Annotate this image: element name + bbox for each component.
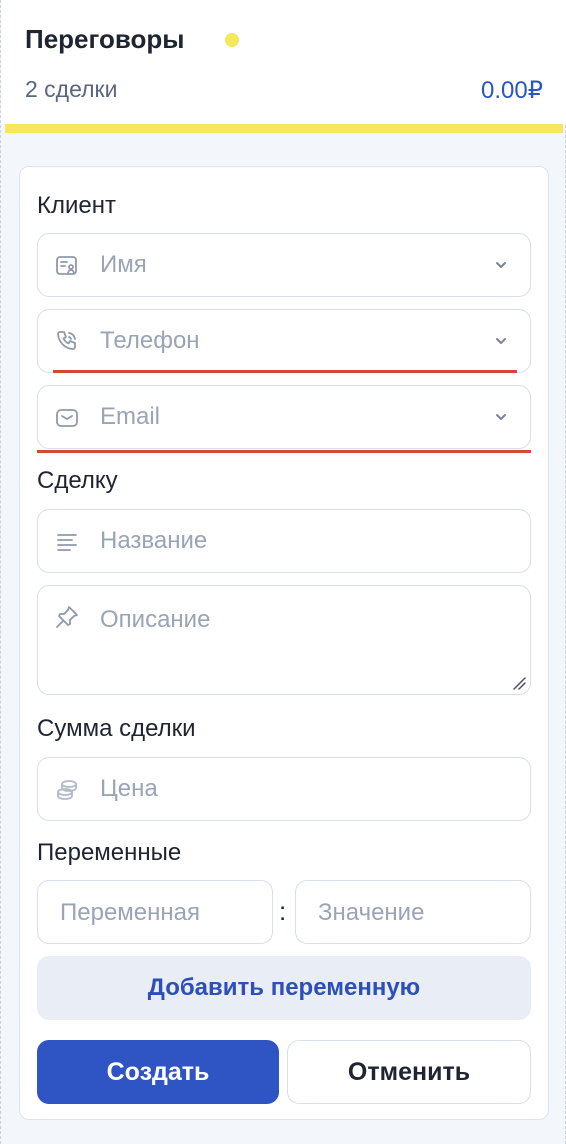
- add-variable-button[interactable]: Добавить переменную: [37, 956, 531, 1020]
- envelope-icon: [54, 405, 80, 431]
- deal-title-input[interactable]: Название: [37, 509, 531, 573]
- sum-section-label: Сумма сделки: [37, 715, 196, 742]
- email-select[interactable]: Email: [37, 385, 531, 449]
- deal-section-label: Сделку: [37, 467, 118, 494]
- name-placeholder: Имя: [100, 251, 147, 278]
- stage-color-dot: [225, 33, 239, 47]
- email-placeholder: Email: [100, 403, 161, 430]
- deal-description-placeholder: Описание: [100, 606, 211, 633]
- name-select[interactable]: Имя: [37, 233, 531, 297]
- variable-separator: :: [279, 896, 287, 926]
- variable-name-placeholder: Переменная: [60, 899, 200, 926]
- resize-handle-icon[interactable]: [512, 676, 526, 690]
- client-section-label: Клиент: [37, 192, 116, 219]
- phone-placeholder: Телефон: [100, 327, 200, 354]
- contact-card-icon: [54, 253, 80, 279]
- price-input[interactable]: Цена: [37, 757, 531, 821]
- variables-section-label: Переменные: [37, 839, 182, 866]
- deal-total: 0.00₽: [481, 77, 543, 104]
- coins-icon: [54, 777, 80, 803]
- variable-value-input[interactable]: Значение: [295, 880, 531, 944]
- deal-title-placeholder: Название: [100, 527, 208, 554]
- chevron-down-icon[interactable]: [492, 332, 510, 350]
- create-button[interactable]: Создать: [37, 1040, 279, 1104]
- chevron-down-icon[interactable]: [492, 256, 510, 274]
- text-lines-icon: [54, 529, 80, 555]
- price-placeholder: Цена: [100, 775, 158, 802]
- phone-icon: [54, 329, 80, 355]
- stage-color-bar: [5, 124, 563, 133]
- stage-column: Переговоры 2 сделки 0.00₽ Клиент Имя Тел…: [0, 0, 566, 1144]
- variable-name-input[interactable]: Переменная: [37, 880, 273, 944]
- phone-error-underline: [53, 370, 517, 373]
- chevron-down-icon[interactable]: [492, 408, 510, 426]
- pin-icon: [54, 604, 80, 630]
- stage-header: Переговоры 2 сделки 0.00₽: [1, 0, 566, 124]
- stage-title: Переговоры: [25, 24, 185, 54]
- variable-value-placeholder: Значение: [318, 899, 425, 926]
- deal-count: 2 сделки: [25, 76, 118, 102]
- deal-description-textarea[interactable]: Описание: [37, 585, 531, 695]
- cancel-button[interactable]: Отменить: [287, 1040, 531, 1104]
- phone-select[interactable]: Телефон: [37, 309, 531, 373]
- email-error-underline: [37, 450, 531, 453]
